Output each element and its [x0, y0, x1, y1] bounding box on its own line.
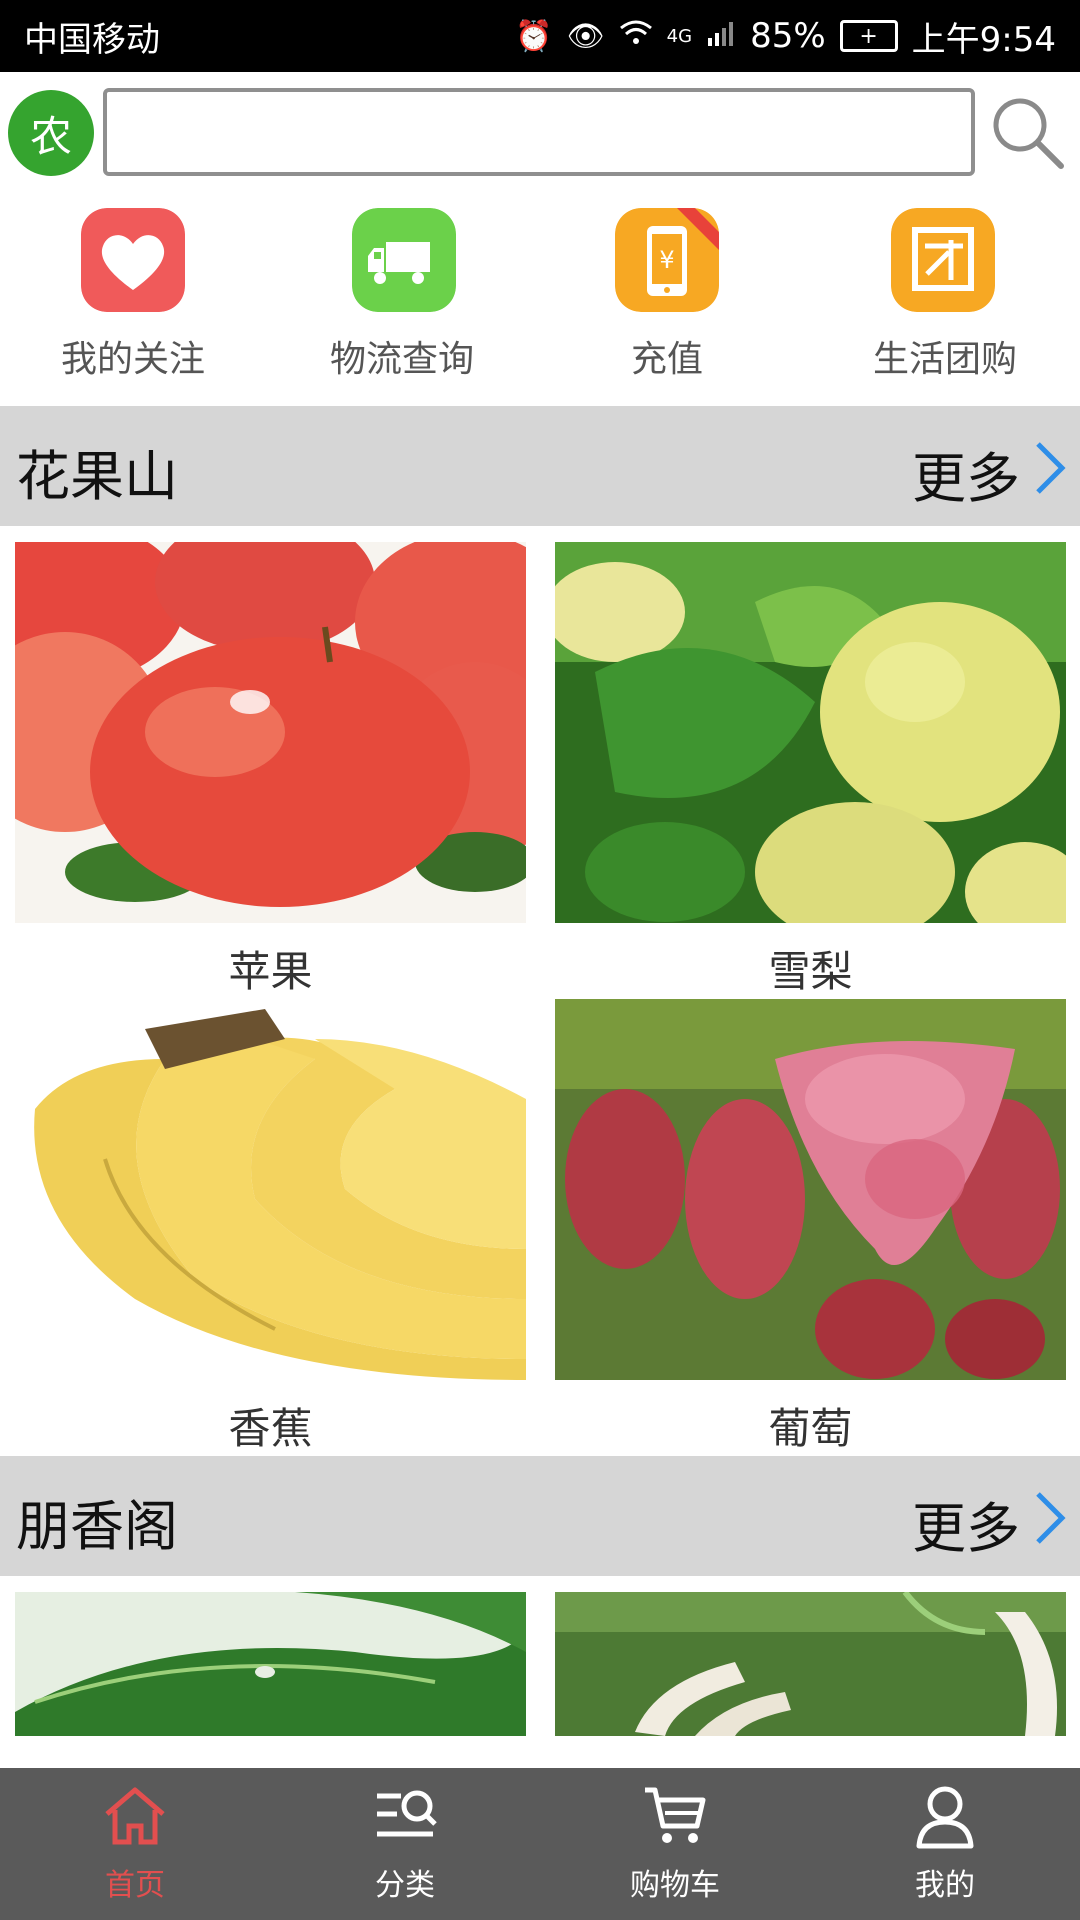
- battery-icon: +: [839, 20, 898, 52]
- wifi-icon: [619, 19, 653, 54]
- status-bar: 中国移动 ⏰ 👁 4G 85% + 上午9:54: [0, 0, 1080, 72]
- category-icon: [377, 1790, 437, 1837]
- product-card-radish[interactable]: [555, 1592, 1066, 1736]
- pear-photo: [555, 542, 1066, 923]
- product-name: 雪梨: [768, 947, 853, 996]
- section-title: 花果山: [16, 445, 178, 508]
- eye-icon: 👁: [566, 18, 605, 54]
- clock: 上午9:54: [911, 19, 1056, 60]
- nav-home[interactable]: 首页: [0, 1768, 270, 1920]
- chevron-right-icon[interactable]: [1028, 440, 1070, 496]
- section-header-huaguoshan: 花果山 更多: [0, 406, 1080, 526]
- nav-cart[interactable]: 购物车: [540, 1768, 810, 1920]
- radish-photo: [555, 1592, 1066, 1736]
- nav-label: 购物车: [630, 1868, 720, 1903]
- truck-icon: [352, 208, 456, 312]
- section-header-pengxiangge: 朋香阁 更多: [0, 1456, 1080, 1576]
- quick-link-follow[interactable]: 我的关注: [33, 192, 233, 406]
- product-name: 苹果: [228, 947, 313, 996]
- product-card-spinach[interactable]: [15, 1592, 526, 1736]
- bottom-nav: 首页 分类 购物车 我的: [0, 1768, 1080, 1920]
- quick-link-label: 充值: [630, 339, 703, 380]
- battery-percent: 85%: [750, 16, 826, 56]
- product-name: 葡萄: [768, 1404, 853, 1453]
- group-buy-icon: [891, 208, 995, 312]
- product-card-grape[interactable]: 葡萄: [555, 999, 1066, 1453]
- product-card-apple[interactable]: 苹果: [15, 542, 526, 996]
- app-logo[interactable]: 农: [8, 90, 94, 176]
- quick-link-label: 我的关注: [60, 339, 205, 380]
- grape-photo: [555, 999, 1066, 1380]
- spinach-photo: [15, 1592, 526, 1736]
- quick-link-logistics[interactable]: 物流查询: [302, 192, 502, 406]
- section-title: 朋香阁: [16, 1495, 178, 1558]
- status-icons: ⏰ 👁 4G 85% + 上午9:54: [515, 12, 1056, 61]
- carrier-label: 中国移动: [24, 19, 160, 60]
- home-icon: [105, 1787, 165, 1845]
- search-input[interactable]: [103, 88, 975, 176]
- more-link[interactable]: 更多: [912, 1484, 1020, 1563]
- quick-link-label: 物流查询: [329, 339, 474, 380]
- network-label: 4G: [666, 25, 693, 47]
- user-icon: [916, 1786, 974, 1849]
- nav-label: 首页: [105, 1868, 165, 1903]
- signal-icon: [706, 19, 736, 54]
- alarm-icon: ⏰: [515, 18, 553, 54]
- heart-icon: [81, 208, 185, 312]
- apple-photo: [15, 542, 526, 923]
- product-card-pear[interactable]: 雪梨: [555, 542, 1066, 996]
- product-card-banana[interactable]: 香蕉: [15, 999, 526, 1453]
- quick-link-recharge[interactable]: ¥ 充值: [567, 192, 767, 406]
- banana-photo: [15, 999, 526, 1380]
- quick-links: 我的关注 物流查询 ¥ 充值 生活团购: [0, 192, 1080, 406]
- svg-text:¥: ¥: [659, 246, 674, 274]
- nav-label: 我的: [915, 1868, 975, 1903]
- search-icon[interactable]: [987, 92, 1067, 172]
- nav-label: 分类: [375, 1868, 435, 1903]
- nav-category[interactable]: 分类: [270, 1768, 540, 1920]
- nav-profile[interactable]: 我的: [810, 1768, 1080, 1920]
- phone-recharge-icon: ¥: [615, 208, 719, 312]
- cart-icon: [645, 1787, 706, 1843]
- product-name: 香蕉: [228, 1404, 313, 1453]
- more-link[interactable]: 更多: [912, 434, 1020, 513]
- search-bar: 农: [0, 72, 1080, 192]
- quick-link-label: 生活团购: [872, 339, 1017, 380]
- chevron-right-icon[interactable]: [1028, 1490, 1070, 1546]
- quick-link-group-buy[interactable]: 生活团购: [845, 192, 1045, 406]
